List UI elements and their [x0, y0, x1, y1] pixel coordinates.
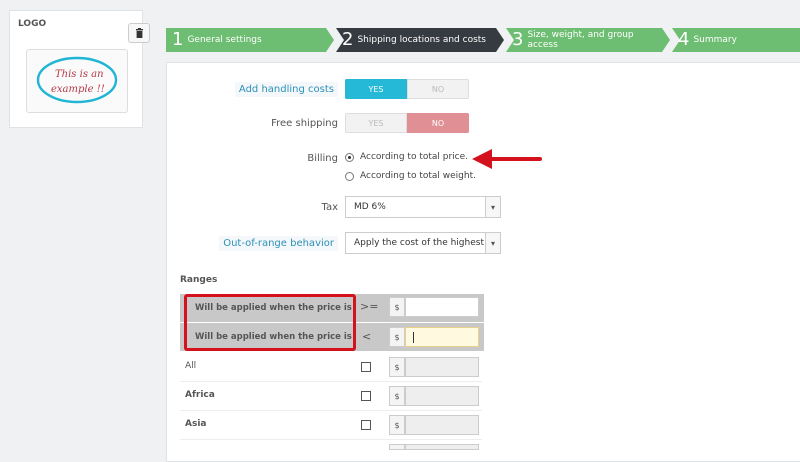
- zone-price-input[interactable]: [405, 357, 479, 377]
- step-label: Summary: [693, 35, 737, 45]
- step-number: 3: [512, 29, 524, 50]
- wizard-step-general[interactable]: 1 General settings: [166, 28, 326, 52]
- handling-yes-option[interactable]: YES: [345, 79, 407, 99]
- step-label: Shipping locations and costs: [357, 35, 486, 45]
- chevron-down-icon: ▾: [485, 197, 500, 217]
- red-arrow-annotation: [472, 149, 542, 169]
- radio-label: According to total weight.: [360, 171, 476, 181]
- zone-currency: [389, 444, 405, 450]
- highlight-box-annotation: [184, 294, 356, 351]
- handling-costs-toggle[interactable]: YES NO: [345, 79, 469, 99]
- billing-option-price[interactable]: According to total price.: [345, 152, 468, 162]
- tax-label: Tax: [321, 202, 339, 213]
- zone-row: All $: [180, 353, 482, 382]
- zone-row: [180, 440, 482, 450]
- zone-row: Africa $: [180, 382, 482, 411]
- range-from-input[interactable]: [405, 297, 479, 317]
- step-label: General settings: [187, 35, 262, 45]
- step-number: 2: [342, 29, 354, 50]
- radio-button[interactable]: [345, 152, 354, 162]
- zone-currency: $: [389, 386, 405, 406]
- zone-name: Africa: [185, 390, 215, 400]
- text-cursor: [413, 332, 414, 343]
- free-shipping-toggle[interactable]: YES NO: [345, 113, 469, 133]
- zone-currency: $: [389, 357, 405, 377]
- logo-text-line2: example !!: [51, 84, 105, 95]
- handling-no-option[interactable]: NO: [407, 79, 469, 99]
- range-to-operator: <: [362, 330, 372, 343]
- tax-select[interactable]: MD 6% ▾: [345, 196, 501, 218]
- out-of-range-select[interactable]: Apply the cost of the highest ▾: [345, 232, 501, 254]
- radio-button[interactable]: [345, 171, 354, 181]
- wizard-step-summary[interactable]: 4 Summary: [672, 28, 800, 52]
- wizard-step-size[interactable]: 3 Size, weight, and group access: [506, 28, 662, 52]
- range-to-currency: $: [389, 327, 405, 347]
- zone-row: Asia $: [180, 411, 482, 440]
- tax-selected-value: MD 6%: [354, 202, 386, 212]
- radio-label: According to total price.: [360, 152, 469, 162]
- wizard-step-shipping[interactable]: 2 Shipping locations and costs: [336, 28, 501, 52]
- step-label: Size, weight, and group access: [527, 30, 634, 50]
- zone-name: All: [185, 361, 197, 371]
- zone-checkbox[interactable]: [361, 420, 371, 430]
- range-from-operator: >=: [360, 300, 379, 313]
- logo-image: This is an example !!: [36, 56, 118, 104]
- billing-option-weight[interactable]: According to total weight.: [345, 171, 476, 181]
- logo-preview: This is an example !!: [26, 49, 128, 113]
- step-number: 1: [172, 29, 184, 50]
- step-number: 4: [678, 29, 690, 50]
- free-shipping-no-option[interactable]: NO: [407, 113, 469, 133]
- logo-card: LOGO This is an example !!: [9, 10, 150, 128]
- zone-currency: $: [389, 415, 405, 435]
- out-of-range-selected-value: Apply the cost of the highest: [354, 238, 484, 248]
- billing-label: Billing: [307, 153, 338, 164]
- wizard-steps: 1 General settings 2 Shipping locations …: [166, 28, 800, 52]
- range-from-currency: $: [389, 297, 405, 317]
- delete-logo-button[interactable]: [128, 23, 150, 43]
- handling-costs-label[interactable]: Add handling costs: [234, 82, 338, 97]
- zone-name: Asia: [185, 419, 207, 429]
- free-shipping-yes-option[interactable]: YES: [345, 113, 407, 133]
- trash-icon: [135, 28, 143, 38]
- out-of-range-label[interactable]: Out-of-range behavior: [219, 236, 338, 251]
- zone-price-input[interactable]: [405, 444, 479, 450]
- logo-title: LOGO: [18, 19, 47, 29]
- zone-price-input[interactable]: [405, 386, 479, 406]
- zone-checkbox[interactable]: [361, 391, 371, 401]
- chevron-down-icon: ▾: [485, 233, 500, 253]
- ranges-title: Ranges: [180, 275, 218, 285]
- free-shipping-label: Free shipping: [271, 118, 338, 129]
- zone-checkbox[interactable]: [361, 362, 371, 372]
- range-to-input[interactable]: [405, 327, 479, 347]
- logo-text-line1: This is an: [55, 69, 104, 80]
- zone-price-input[interactable]: [405, 415, 479, 435]
